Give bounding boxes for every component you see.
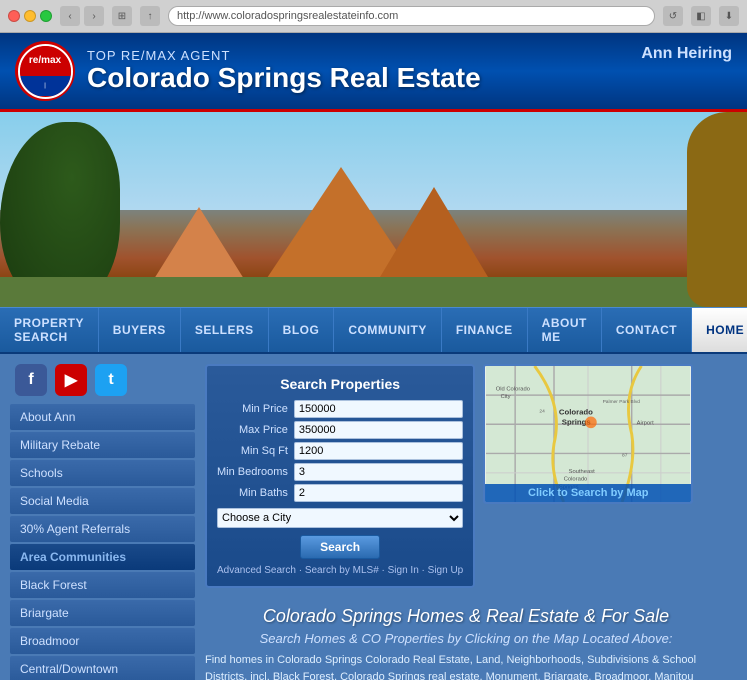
browser-buttons	[8, 10, 52, 22]
map-container[interactable]: Colorado Springs Old Colorado City Airpo…	[483, 364, 693, 504]
svg-text:87: 87	[622, 452, 628, 458]
min-sqft-label: Min Sq Ft	[217, 445, 288, 457]
page-subtitle: Search Homes & CO Properties by Clicking…	[205, 631, 727, 646]
nav-property-search[interactable]: PROPERTY SEARCH	[0, 308, 99, 352]
mountain-left	[149, 207, 249, 287]
back-button[interactable]: ‹	[60, 6, 80, 26]
forward-button[interactable]: ›	[84, 6, 104, 26]
social-icons: f ▶ t	[10, 364, 195, 396]
address-bar[interactable]: http://www.coloradospringsrealestateinfo…	[168, 6, 655, 26]
map-click-text: Click to Search by Map	[528, 487, 648, 499]
sidebar: f ▶ t About Ann Military Rebate Schools …	[10, 364, 195, 679]
search-title: Search Properties	[217, 376, 463, 392]
svg-text:24: 24	[540, 409, 546, 415]
balloon-top: re/max	[20, 46, 71, 77]
downloads-button[interactable]: ⬇	[719, 6, 739, 26]
map-svg: Colorado Springs Old Colorado City Airpo…	[485, 366, 691, 502]
max-price-input[interactable]	[294, 421, 463, 439]
page-body: Find homes in Colorado Springs Colorado …	[205, 652, 727, 680]
sidebar-about-ann[interactable]: About Ann	[10, 404, 195, 430]
sidebar-military-rebate[interactable]: Military Rebate	[10, 432, 195, 458]
header-subtitle: Top Re/Max Agent	[87, 48, 629, 63]
main-nav: PROPERTY SEARCH BUYERS SELLERS BLOG COMM…	[0, 307, 747, 354]
nav-community[interactable]: COMMUNITY	[334, 308, 442, 352]
facebook-icon[interactable]: f	[15, 364, 47, 396]
remax-text: re/max	[29, 55, 61, 66]
search-links: Advanced Search · Search by MLS# · Sign …	[217, 565, 463, 576]
nav-home[interactable]: HOME	[692, 308, 747, 352]
url-text: http://www.coloradospringsrealestateinfo…	[177, 10, 398, 22]
min-price-input[interactable]	[294, 400, 463, 418]
hero-image	[0, 112, 747, 307]
svg-text:City: City	[501, 394, 511, 400]
page-title: Colorado Springs Homes & Real Estate & F…	[205, 606, 727, 627]
svg-text:Palmer Park Blvd: Palmer Park Blvd	[603, 399, 641, 405]
nav-about-me[interactable]: ABOUT ME	[528, 308, 602, 352]
min-bedrooms-input[interactable]	[294, 463, 463, 481]
nav-buyers[interactable]: BUYERS	[99, 308, 181, 352]
svg-text:Old Colorado: Old Colorado	[496, 386, 530, 392]
content-area: f ▶ t About Ann Military Rebate Schools …	[0, 354, 747, 680]
nav-contact[interactable]: CONTACT	[602, 308, 692, 352]
reload-button[interactable]: ↺	[663, 6, 683, 26]
min-price-label: Min Price	[217, 403, 288, 415]
svg-text:Colorado: Colorado	[564, 477, 588, 483]
twitter-icon[interactable]: t	[95, 364, 127, 396]
map-panel: Colorado Springs Old Colorado City Airpo…	[483, 364, 693, 598]
header-text: Top Re/Max Agent Colorado Springs Real E…	[87, 48, 629, 94]
sidebar-social-media[interactable]: Social Media	[10, 488, 195, 514]
close-btn[interactable]	[8, 10, 20, 22]
min-bedrooms-label: Min Bedrooms	[217, 466, 288, 478]
min-baths-input[interactable]	[294, 484, 463, 502]
search-button[interactable]: Search	[300, 535, 380, 559]
header-title: Colorado Springs Real Estate	[87, 63, 629, 94]
hero-arch	[687, 112, 747, 307]
nav-sellers[interactable]: SELLERS	[181, 308, 269, 352]
svg-text:Airport: Airport	[637, 420, 655, 426]
sidebar-agent-referrals[interactable]: 30% Agent Referrals	[10, 516, 195, 542]
min-sqft-input[interactable]	[294, 442, 463, 460]
map-click-label[interactable]: Click to Search by Map	[485, 484, 691, 502]
maximize-btn[interactable]	[40, 10, 52, 22]
website: re/max | Top Re/Max Agent Colorado Sprin…	[0, 33, 747, 680]
sidebar-schools[interactable]: Schools	[10, 460, 195, 486]
main-content: Search Properties Min Price Max Price Mi…	[195, 364, 737, 679]
nav-blog[interactable]: BLOG	[269, 308, 335, 352]
share-button[interactable]: ↑	[140, 6, 160, 26]
nav-finance[interactable]: FINANCE	[442, 308, 528, 352]
sidebar-briargate[interactable]: Briargate	[10, 600, 195, 626]
search-panel: Search Properties Min Price Max Price Mi…	[205, 364, 475, 588]
browser-chrome: ‹ › ⊞ ↑ http://www.coloradospringsreales…	[0, 0, 747, 33]
min-baths-label: Min Baths	[217, 487, 288, 499]
remax-balloon: re/max |	[18, 44, 73, 99]
svg-text:Colorado: Colorado	[559, 408, 593, 417]
search-form: Min Price Max Price Min Sq Ft Min Bedroo…	[217, 400, 463, 576]
site-header: re/max | Top Re/Max Agent Colorado Sprin…	[0, 33, 747, 112]
right-section: Search Properties Min Price Max Price Mi…	[205, 364, 727, 598]
youtube-icon[interactable]: ▶	[55, 364, 87, 396]
svg-text:Southeast: Southeast	[569, 469, 596, 475]
sidebar-black-forest[interactable]: Black Forest	[10, 572, 195, 598]
hero-ground	[0, 277, 747, 307]
balloon-string: |	[44, 83, 46, 89]
header-agent: Ann Heiring	[641, 41, 732, 63]
view-button[interactable]: ⊞	[112, 6, 132, 26]
browser-nav: ‹ ›	[60, 6, 104, 26]
balloon-bottom: |	[20, 76, 71, 96]
remax-logo: re/max |	[15, 41, 75, 101]
minimize-btn[interactable]	[24, 10, 36, 22]
sidebar-area-communities[interactable]: Area Communities	[10, 544, 195, 570]
max-price-label: Max Price	[217, 424, 288, 436]
sidebar-broadmoor[interactable]: Broadmoor	[10, 628, 195, 654]
sidebar-central-downtown[interactable]: Central/Downtown	[10, 656, 195, 680]
mountain-right	[374, 187, 494, 287]
sidebar-toggle[interactable]: ◧	[691, 6, 711, 26]
city-select[interactable]: Choose a City	[217, 508, 463, 528]
